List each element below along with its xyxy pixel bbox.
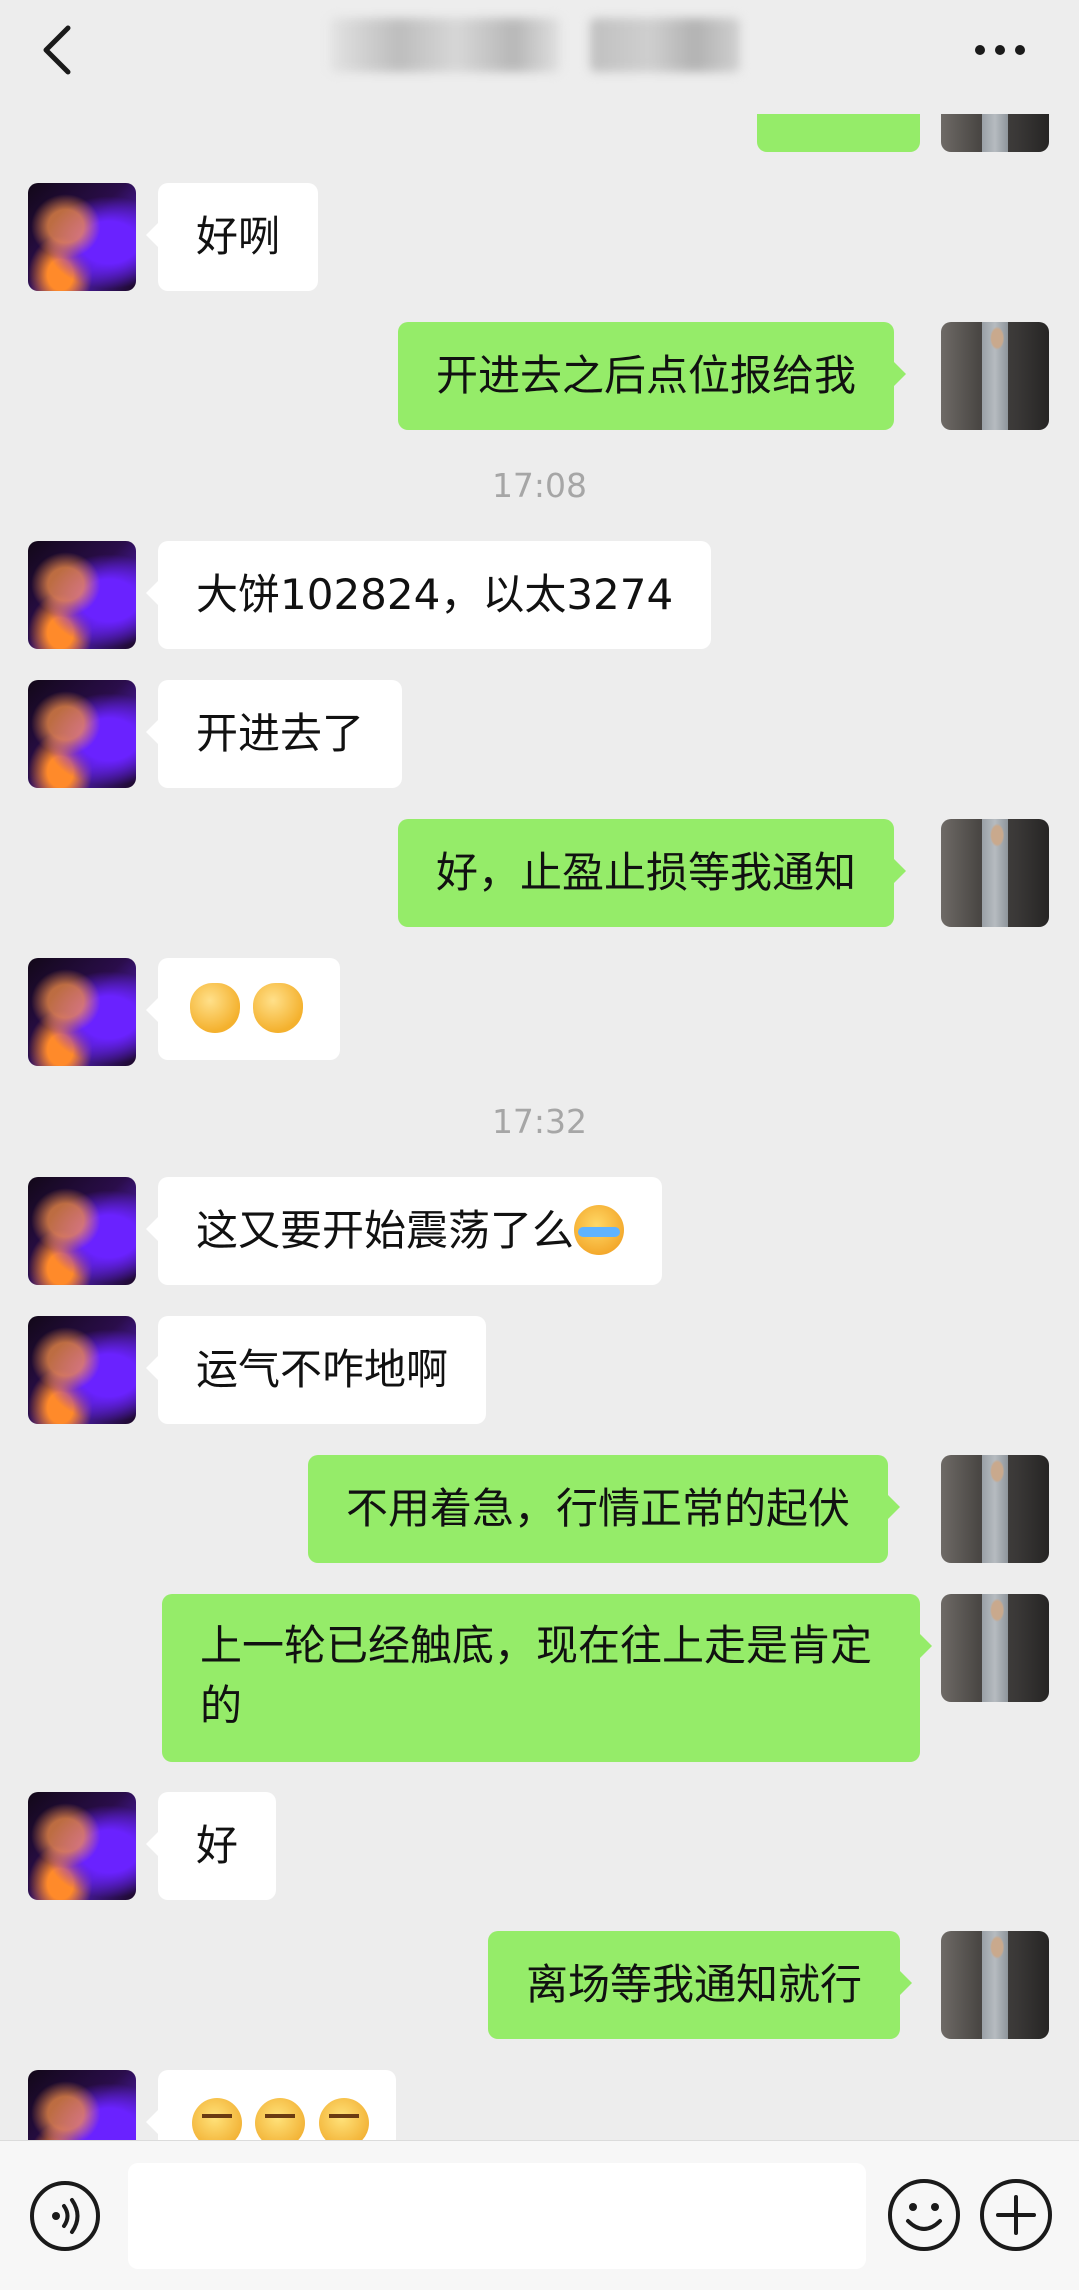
contact-name-redacted-2 <box>590 18 740 72</box>
message-bubble-received[interactable] <box>146 2070 396 2140</box>
message-bubble-received[interactable]: 这又要开始震荡了么 <box>145 1177 663 1285</box>
more-functions-button[interactable] <box>978 2177 1054 2253</box>
ok-hand-emoji-icon <box>190 982 240 1033</box>
message-bubble-received[interactable]: 好咧 <box>145 183 319 291</box>
ok-hand-emoji-icon <box>253 982 304 1033</box>
message-bubble-sent[interactable]: 不用着急，行情正常的起伏 <box>308 1455 901 1563</box>
contact-name-redacted <box>330 18 560 72</box>
plus-icon <box>980 2179 1052 2251</box>
back-button[interactable] <box>30 20 90 80</box>
avatar-contact[interactable] <box>28 958 136 1066</box>
chevron-left-icon <box>43 25 71 75</box>
message-bubble-received[interactable] <box>146 958 340 1060</box>
avatar-self[interactable] <box>941 1594 1049 1702</box>
emoji-icon <box>888 2179 960 2251</box>
message-bubble-received[interactable]: 运气不咋地啊 <box>145 1316 487 1424</box>
smirk-emoji-icon <box>255 2097 306 2140</box>
message-bubble-sent[interactable]: 上一轮已经触底，现在往上走是肯定的 <box>162 1594 932 1762</box>
message-input[interactable] <box>128 2163 866 2269</box>
avatar-self[interactable] <box>941 819 1049 927</box>
avatar-contact[interactable] <box>28 183 136 291</box>
message-text: 这又要开始震荡了么 <box>196 1206 575 1255</box>
avatar-self[interactable] <box>941 1931 1049 2039</box>
message-bubble-sent[interactable]: 开进去之后点位报给我 <box>398 322 907 430</box>
voice-button[interactable] <box>28 2179 102 2253</box>
message-bubble-received[interactable]: 开进去了 <box>145 680 403 788</box>
message-bubble-received[interactable]: 大饼102824，以太3274 <box>145 541 712 649</box>
more-dots-icon <box>975 45 1025 55</box>
timestamp: 17:32 <box>491 1102 588 1141</box>
chat-header <box>0 0 1079 114</box>
smirk-emoji-icon <box>192 2097 242 2140</box>
emoji-button[interactable] <box>886 2177 962 2253</box>
crying-laughing-emoji-icon <box>574 1204 625 1255</box>
avatar-contact[interactable] <box>28 1177 136 1285</box>
avatar-self[interactable] <box>941 1455 1049 1563</box>
avatar-contact[interactable] <box>28 1316 136 1424</box>
avatar-contact[interactable] <box>28 680 136 788</box>
input-bar <box>0 2140 1079 2290</box>
avatar-contact[interactable] <box>28 541 136 649</box>
avatar-self[interactable] <box>941 322 1049 430</box>
smirk-emoji-icon <box>318 2097 369 2140</box>
avatar-contact[interactable] <box>28 1792 136 1900</box>
message-bubble-sent[interactable]: 好，止盈止损等我通知 <box>398 819 907 927</box>
more-options-button[interactable] <box>960 20 1040 80</box>
timestamp: 17:08 <box>491 466 588 505</box>
avatar-contact[interactable] <box>28 2070 136 2140</box>
message-bubble-received[interactable]: 好 <box>145 1792 277 1900</box>
voice-icon <box>30 2181 100 2251</box>
message-bubble-sent[interactable]: 离场等我通知就行 <box>488 1931 913 2039</box>
message-list[interactable]: 好咧 开进去之后点位报给我 17:08 大饼102824，以太3274 开进去了… <box>0 0 1079 2140</box>
